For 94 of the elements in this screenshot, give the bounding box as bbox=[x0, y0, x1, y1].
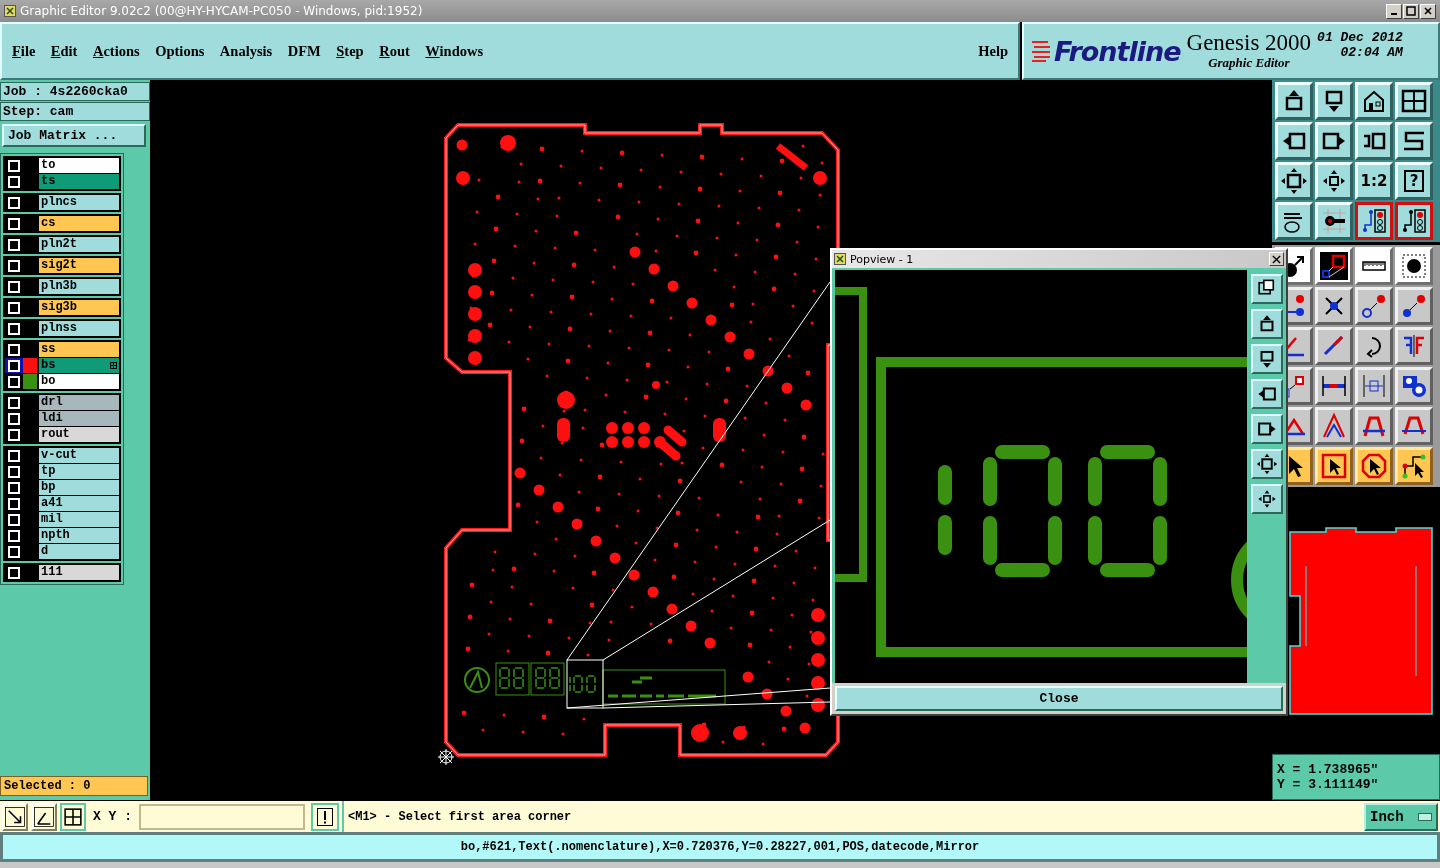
logo-text: Frontline bbox=[1054, 35, 1181, 67]
layer-name[interactable]: pln3b bbox=[39, 279, 119, 294]
xy-input-field[interactable] bbox=[139, 803, 305, 830]
popview-tool-button[interactable] bbox=[1251, 344, 1283, 375]
layer-name[interactable]: npth bbox=[39, 528, 119, 543]
selected-count: Selected : 0 bbox=[0, 776, 148, 796]
job-matrix-button[interactable]: Job Matrix ... bbox=[2, 124, 146, 147]
units-dropdown[interactable]: Inch bbox=[1364, 802, 1438, 831]
circle-move-icon bbox=[1360, 292, 1388, 320]
tool-button[interactable]: 1:2 bbox=[1355, 162, 1393, 200]
layer-name[interactable]: sig3b bbox=[39, 300, 119, 315]
tool-button[interactable]: ? bbox=[1395, 162, 1433, 200]
menu-item[interactable]: Options bbox=[155, 42, 205, 60]
close-button[interactable] bbox=[1269, 252, 1284, 266]
layer-name[interactable]: ldi bbox=[39, 411, 119, 426]
layer-name[interactable]: plncs bbox=[39, 195, 119, 210]
circuit-icon bbox=[1360, 207, 1388, 235]
close-button[interactable] bbox=[1420, 3, 1436, 19]
maximize-button[interactable] bbox=[1403, 3, 1419, 19]
layer-name[interactable]: sig2t bbox=[39, 258, 119, 273]
product-name: Genesis 2000 bbox=[1186, 31, 1312, 55]
menu-item[interactable]: Step bbox=[336, 42, 364, 60]
layer-name[interactable]: 111 bbox=[39, 565, 119, 580]
popview-tool-button[interactable] bbox=[1251, 309, 1283, 340]
layer-name[interactable]: plnss bbox=[39, 321, 119, 336]
window-grid-icon bbox=[1400, 87, 1428, 115]
menu-item[interactable]: Edit bbox=[50, 42, 78, 60]
window-title: Graphic Editor 9.02c2 (00@HY-HYCAM-PC050 - Windows, pid:1952) bbox=[20, 4, 424, 18]
menu-item[interactable]: Windows bbox=[425, 42, 484, 60]
minimize-icon bbox=[1391, 13, 1397, 15]
pointer-octagon-icon bbox=[1360, 452, 1388, 480]
angle-icon bbox=[33, 804, 55, 829]
stretch-icon bbox=[1360, 372, 1388, 400]
layer-name[interactable]: bo bbox=[39, 374, 119, 389]
minimize-button[interactable] bbox=[1386, 3, 1402, 19]
status-text: bo,#621,Text(.nomenclature),X=0.720376,Y=0.28227,001,POS,datecode,Mirror bbox=[460, 840, 980, 854]
x-coordinate: X = 1.738965" bbox=[1277, 762, 1380, 777]
close-icon bbox=[1423, 6, 1433, 16]
layer-name[interactable]: d bbox=[39, 544, 119, 559]
speed-lines-icon bbox=[1032, 39, 1052, 63]
dropdown-indicator-icon bbox=[1418, 812, 1432, 821]
layer-name[interactable]: cs bbox=[39, 216, 119, 231]
app-icon bbox=[4, 5, 16, 17]
menu-item[interactable]: Analysis bbox=[219, 42, 273, 60]
layer-name[interactable]: a41 bbox=[39, 496, 119, 511]
zoom-fit-icon bbox=[1256, 453, 1278, 476]
tool-button[interactable] bbox=[1395, 202, 1433, 240]
tool-button[interactable] bbox=[1355, 202, 1393, 240]
layer-name[interactable]: ts bbox=[39, 174, 119, 189]
close-icon bbox=[1272, 254, 1281, 264]
pad-icon bbox=[1400, 252, 1428, 280]
job-label: Job : 4s2260cka0 bbox=[0, 82, 150, 101]
alert-button[interactable] bbox=[311, 802, 339, 831]
layer-square-icon bbox=[1320, 252, 1348, 280]
circuit-icon bbox=[1400, 207, 1428, 235]
y-coordinate: Y = 3.111149" bbox=[1277, 777, 1380, 792]
date-text: 01 Dec 2012 bbox=[1317, 30, 1403, 45]
layer-name[interactable]: to bbox=[39, 158, 119, 173]
layer-name[interactable]: tp bbox=[39, 464, 119, 479]
menu-item[interactable]: Rout bbox=[379, 42, 410, 60]
pointer-route-icon bbox=[1400, 452, 1428, 480]
layer-name[interactable]: v-cut bbox=[39, 448, 119, 463]
triangle-icon bbox=[1320, 412, 1348, 440]
command-tool-button[interactable] bbox=[60, 802, 86, 831]
menu-item[interactable]: File bbox=[12, 42, 36, 60]
circle-move-icon bbox=[1400, 292, 1428, 320]
layer-name[interactable]: bp bbox=[39, 480, 119, 495]
layer-name[interactable]: ss bbox=[39, 342, 119, 357]
app-icon bbox=[834, 253, 846, 265]
popview-title: Popview - 1 bbox=[850, 252, 915, 266]
popview-tool-button[interactable] bbox=[1251, 414, 1283, 445]
exclamation-icon bbox=[317, 807, 333, 826]
maximize-icon bbox=[1406, 6, 1416, 16]
time-text: 02:04 AM bbox=[1340, 45, 1403, 60]
popview-tool-button[interactable] bbox=[1251, 484, 1283, 515]
layer-name[interactable]: drl bbox=[39, 395, 119, 410]
layer-name[interactable]: rout bbox=[39, 427, 119, 442]
layer-name[interactable]: bs bbox=[39, 358, 119, 373]
popview-tool-button[interactable] bbox=[1251, 274, 1283, 305]
layer-name[interactable]: mil bbox=[39, 512, 119, 527]
menu-item[interactable]: DFM bbox=[287, 42, 321, 60]
zoom-fit-icon bbox=[1280, 167, 1308, 195]
popview-tool-button[interactable] bbox=[1251, 449, 1283, 480]
product-subtitle: Graphic Editor bbox=[1208, 55, 1290, 71]
close-popview-button[interactable]: Close bbox=[835, 686, 1283, 711]
layer-name[interactable]: pln2t bbox=[39, 237, 119, 252]
xy-label: X Y : bbox=[93, 809, 132, 824]
pointer-box-icon bbox=[1320, 452, 1348, 480]
step-label: Step: cam bbox=[0, 102, 150, 121]
menu-item[interactable]: Actions bbox=[92, 42, 140, 60]
probe-icon bbox=[1320, 207, 1348, 235]
features-icon bbox=[110, 362, 117, 369]
popview-tool-button[interactable] bbox=[1251, 379, 1283, 410]
help-menu[interactable]: Help bbox=[978, 42, 1008, 60]
